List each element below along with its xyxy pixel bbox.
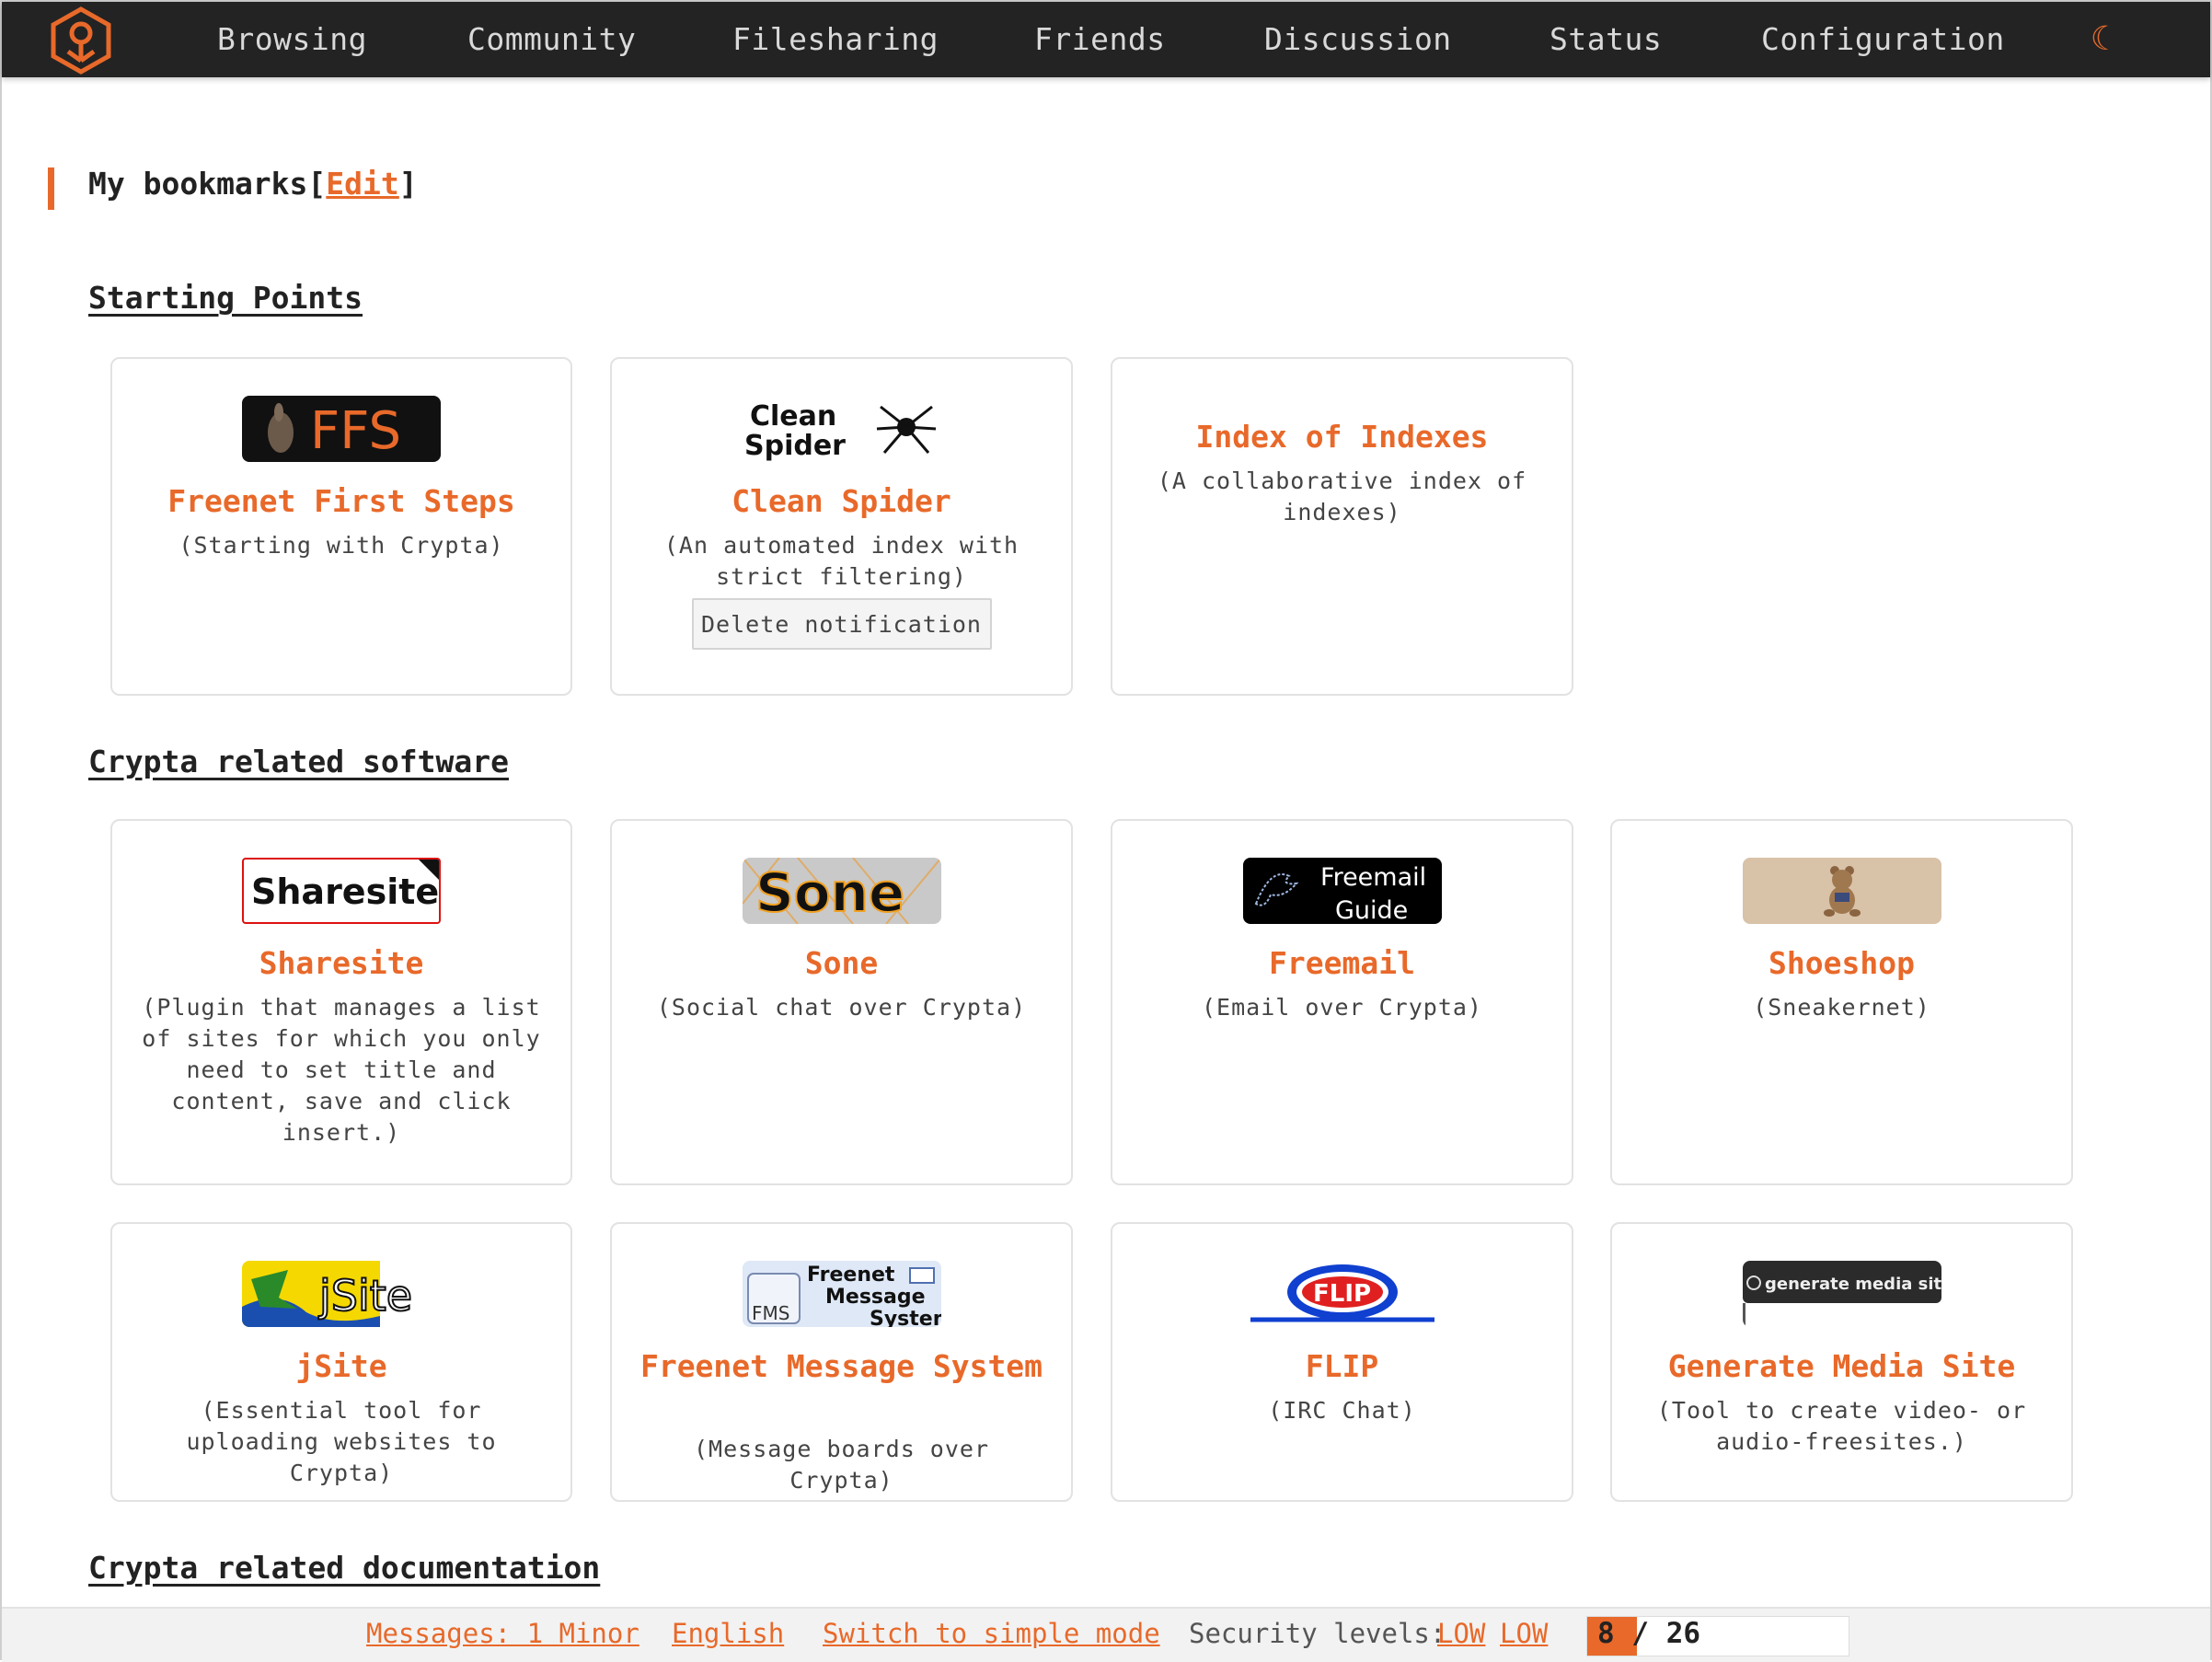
card-freenet-first-steps[interactable]: FFS Freenet First Steps (Starting with C… bbox=[110, 357, 572, 696]
card-description: (Tool to create video- or audio-freesite… bbox=[1656, 1397, 2027, 1455]
top-nav: Browsing Community Filesharing Friends D… bbox=[2, 2, 2210, 77]
card-clean-spider[interactable]: Clean Spider Clean Spider (An automated … bbox=[610, 357, 1073, 696]
svg-text:Clean: Clean bbox=[750, 400, 836, 433]
messages-link[interactable]: Messages: 1 Minor bbox=[366, 1618, 639, 1649]
peers-separator: / bbox=[1631, 1617, 1650, 1650]
card-description: (An automated index with strict filterin… bbox=[663, 532, 1020, 590]
svg-text:FMS: FMS bbox=[752, 1302, 789, 1324]
generate-media-site-logo[interactable]: generate media site bbox=[1742, 1261, 1941, 1327]
svg-text:jSite: jSite bbox=[318, 1271, 412, 1321]
card-shoeshop[interactable]: Shoeshop (Sneakernet) bbox=[1610, 819, 2073, 1185]
jsite-logo[interactable]: jSite bbox=[242, 1261, 441, 1327]
nav-community[interactable]: Community bbox=[467, 2, 636, 77]
card-description: (Message boards over Crypta) bbox=[693, 1436, 990, 1494]
svg-text:Sone: Sone bbox=[755, 861, 904, 924]
section-starting-points: Starting Points bbox=[88, 280, 363, 316]
svg-text:FFS: FFS bbox=[310, 401, 401, 461]
peers-connected: 8 bbox=[1597, 1617, 1615, 1650]
card-title[interactable]: Freemail bbox=[1122, 944, 1562, 983]
section-documentation: Crypta related documentation bbox=[88, 1550, 601, 1586]
shoeshop-teddy-logo[interactable] bbox=[1742, 858, 1941, 924]
svg-text:FLIP: FLIP bbox=[1313, 1280, 1371, 1308]
flip-logo[interactable]: FLIP bbox=[1242, 1261, 1442, 1327]
card-title[interactable]: Shoeshop bbox=[1621, 944, 2062, 983]
card-index-of-indexes[interactable]: Index of Indexes (A collaborative index … bbox=[1111, 357, 1573, 696]
nav-configuration[interactable]: Configuration bbox=[1761, 2, 2005, 77]
freemail-logo[interactable]: Freemail Guide bbox=[1242, 858, 1442, 924]
card-description: (Email over Crypta) bbox=[1202, 994, 1482, 1021]
card-title[interactable]: jSite bbox=[121, 1347, 561, 1386]
svg-text:Freenet: Freenet bbox=[807, 1264, 895, 1287]
nav-friends[interactable]: Friends bbox=[1034, 2, 1166, 77]
card-sharesite[interactable]: Sharesite Sharesite (Plugin that manages… bbox=[110, 819, 572, 1185]
bookmarks-accent-bar bbox=[48, 167, 54, 210]
peers-total: 26 bbox=[1665, 1617, 1701, 1650]
card-title[interactable]: Clean Spider bbox=[621, 482, 1062, 521]
nav-browsing[interactable]: Browsing bbox=[217, 2, 367, 77]
card-freemail[interactable]: Freemail Guide Freemail (Email over Cryp… bbox=[1111, 819, 1573, 1185]
card-sone[interactable]: Sone Sone (Social chat over Crypta) bbox=[610, 819, 1073, 1185]
edit-bookmarks-link[interactable]: Edit bbox=[326, 166, 398, 202]
security-levels-label: Security levels: bbox=[1189, 1618, 1446, 1649]
card-title[interactable]: Freenet Message System bbox=[621, 1347, 1062, 1386]
card-generate-media-site[interactable]: generate media site Generate Media Site … bbox=[1610, 1222, 2073, 1502]
svg-text:generate media site: generate media site bbox=[1765, 1275, 1941, 1294]
simple-mode-link[interactable]: Switch to simple mode bbox=[823, 1618, 1160, 1649]
bookmarks-heading: My bookmarks[Edit] bbox=[88, 166, 418, 202]
card-title[interactable]: Sone bbox=[621, 944, 1062, 983]
security-level-physical[interactable]: LOW bbox=[1500, 1618, 1548, 1649]
delete-notification-button[interactable]: Delete notification bbox=[691, 598, 992, 650]
card-description: (A collaborative index of indexes) bbox=[1157, 467, 1527, 525]
clean-spider-logo[interactable]: Clean Spider bbox=[742, 396, 941, 462]
bookmarks-title: My bookmarks bbox=[88, 166, 308, 202]
card-description: (Sneakernet) bbox=[1753, 994, 1930, 1021]
card-title[interactable]: Sharesite bbox=[121, 944, 561, 983]
svg-text:System: System bbox=[870, 1308, 941, 1327]
card-flip[interactable]: FLIP FLIP (IRC Chat) bbox=[1111, 1222, 1573, 1502]
status-footer: Messages: 1 Minor English Switch to simp… bbox=[2, 1607, 2210, 1662]
sharesite-logo[interactable]: Sharesite bbox=[242, 858, 441, 924]
peers-count: 8 / 26 bbox=[1597, 1617, 1700, 1650]
card-title[interactable]: Generate Media Site bbox=[1621, 1347, 2062, 1386]
svg-text:Sharesite: Sharesite bbox=[251, 871, 439, 912]
svg-text:Freemail: Freemail bbox=[1320, 863, 1426, 892]
card-title[interactable]: Index of Indexes bbox=[1122, 418, 1562, 456]
card-description: (Social chat over Crypta) bbox=[656, 994, 1027, 1021]
sone-logo[interactable]: Sone bbox=[742, 858, 941, 924]
card-description: (Essential tool for uploading websites t… bbox=[186, 1397, 497, 1486]
card-description: (Starting with Crypta) bbox=[179, 532, 504, 559]
bracket-close: ] bbox=[398, 166, 418, 202]
bracket-open: [ bbox=[307, 166, 327, 202]
svg-text:Spider: Spider bbox=[744, 430, 846, 462]
card-jsite[interactable]: jSite jSite (Essential tool for uploadin… bbox=[110, 1222, 572, 1502]
nav-status[interactable]: Status bbox=[1550, 2, 1662, 77]
nav-filesharing[interactable]: Filesharing bbox=[732, 2, 939, 77]
moon-icon[interactable]: ☾ bbox=[2091, 2, 2111, 77]
svg-text:Message: Message bbox=[825, 1286, 926, 1309]
card-description: (Plugin that manages a list of sites for… bbox=[142, 994, 541, 1146]
fms-logo[interactable]: FMS Freenet Message System bbox=[742, 1261, 941, 1327]
section-software: Crypta related software bbox=[88, 744, 509, 779]
card-freenet-message-system[interactable]: FMS Freenet Message System Freenet Messa… bbox=[610, 1222, 1073, 1502]
card-title[interactable]: Freenet First Steps bbox=[121, 482, 561, 521]
svg-text:Guide: Guide bbox=[1335, 896, 1408, 924]
card-title[interactable]: FLIP bbox=[1122, 1347, 1562, 1386]
card-description: (IRC Chat) bbox=[1268, 1397, 1416, 1424]
language-link[interactable]: English bbox=[672, 1618, 784, 1649]
nav-discussion[interactable]: Discussion bbox=[1264, 2, 1452, 77]
ffs-logo[interactable]: FFS bbox=[242, 396, 441, 462]
security-level-network[interactable]: LOW bbox=[1437, 1618, 1485, 1649]
freenet-logo-icon[interactable] bbox=[46, 6, 116, 75]
